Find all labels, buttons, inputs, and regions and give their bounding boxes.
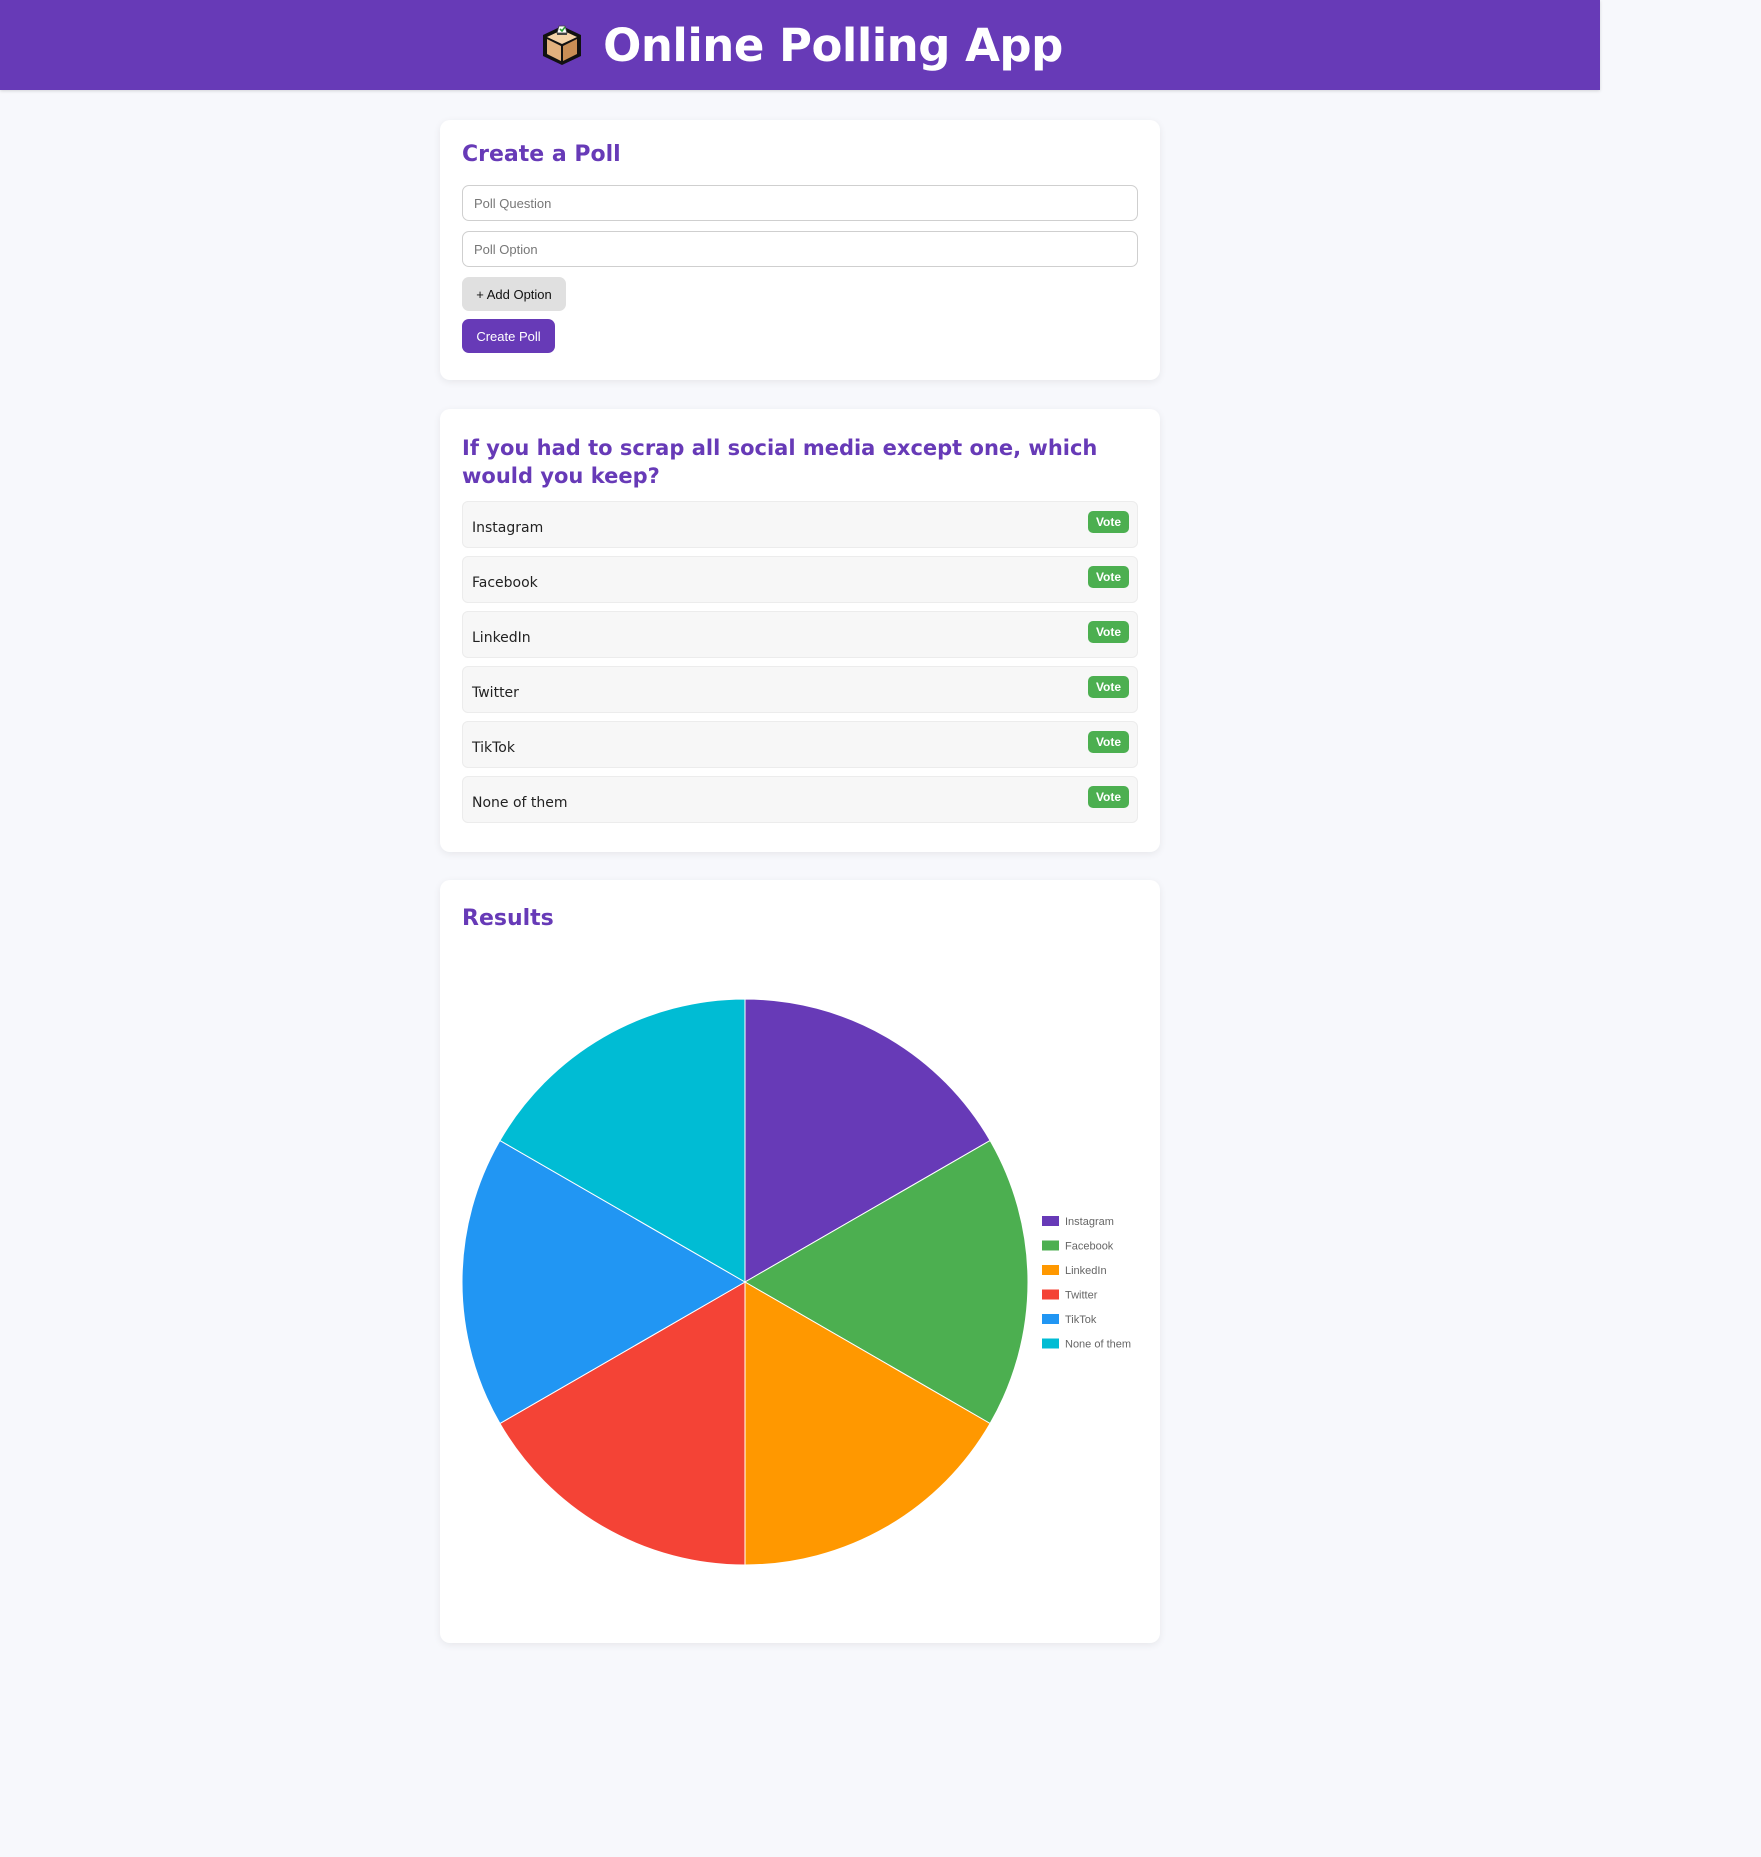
poll-option-twitter: Twitter Vote (462, 666, 1138, 713)
option-label: LinkedIn (472, 629, 531, 646)
poll-question: If you had to scrap all social media exc… (462, 436, 1098, 488)
option-label: TikTok (472, 739, 515, 756)
poll-option-linkedin: LinkedIn Vote (462, 611, 1138, 658)
legend-label[interactable]: Twitter (1065, 1290, 1098, 1302)
legend-swatch (1042, 1314, 1059, 1324)
legend-label[interactable]: None of them (1065, 1339, 1131, 1351)
app-title: Online Polling App (603, 18, 1063, 72)
results-card: Results Instagram Facebook LinkedIn Twitter… (440, 880, 1160, 1643)
vote-button-twitter[interactable]: Vote (1088, 676, 1129, 698)
legend-label[interactable]: Facebook (1065, 1241, 1114, 1253)
vote-button-instagram[interactable]: Vote (1088, 511, 1129, 533)
ballot-box-icon (543, 25, 582, 65)
results-pie-chart: Instagram Facebook LinkedIn Twitter TikTok No… (461, 998, 1131, 1566)
vote-button-facebook[interactable]: Vote (1088, 566, 1129, 588)
legend-swatch (1042, 1289, 1059, 1300)
option-label: None of them (472, 794, 568, 811)
create-poll-title: Create a Poll (462, 142, 621, 167)
poll-card: If you had to scrap all social media exc… (440, 409, 1160, 852)
poll-options-list: Instagram Vote Facebook Vote LinkedIn Vo… (462, 501, 1138, 823)
vote-button-none-of-them[interactable]: Vote (1088, 786, 1129, 808)
option-label: Facebook (472, 574, 538, 591)
vote-button-linkedin[interactable]: Vote (1088, 621, 1129, 643)
poll-option-input[interactable] (462, 231, 1138, 267)
poll-option-tiktok: TikTok Vote (462, 721, 1138, 768)
legend-label[interactable]: Instagram (1065, 1216, 1114, 1228)
create-poll-button[interactable]: Create Poll (462, 319, 555, 353)
option-label: Twitter (472, 684, 519, 701)
legend-swatch (1042, 1338, 1059, 1349)
poll-option-instagram: Instagram Vote (462, 501, 1138, 548)
add-option-button[interactable]: + Add Option (462, 277, 566, 311)
app-title-wrap: Online Polling App (537, 19, 1063, 72)
option-label: Instagram (472, 519, 544, 536)
poll-question-input[interactable] (462, 185, 1138, 221)
app-header: Online Polling App (0, 0, 1600, 90)
legend-label[interactable]: LinkedIn (1065, 1265, 1107, 1277)
poll-option-none-of-them: None of them Vote (462, 776, 1138, 823)
legend-swatch (1042, 1216, 1059, 1226)
create-poll-card: Create a Poll + Add Option Create Poll (440, 120, 1160, 380)
legend-label[interactable]: TikTok (1065, 1314, 1097, 1326)
legend-swatch (1042, 1265, 1059, 1275)
legend-swatch (1042, 1240, 1059, 1251)
poll-option-facebook: Facebook Vote (462, 556, 1138, 603)
vote-button-tiktok[interactable]: Vote (1088, 731, 1129, 753)
